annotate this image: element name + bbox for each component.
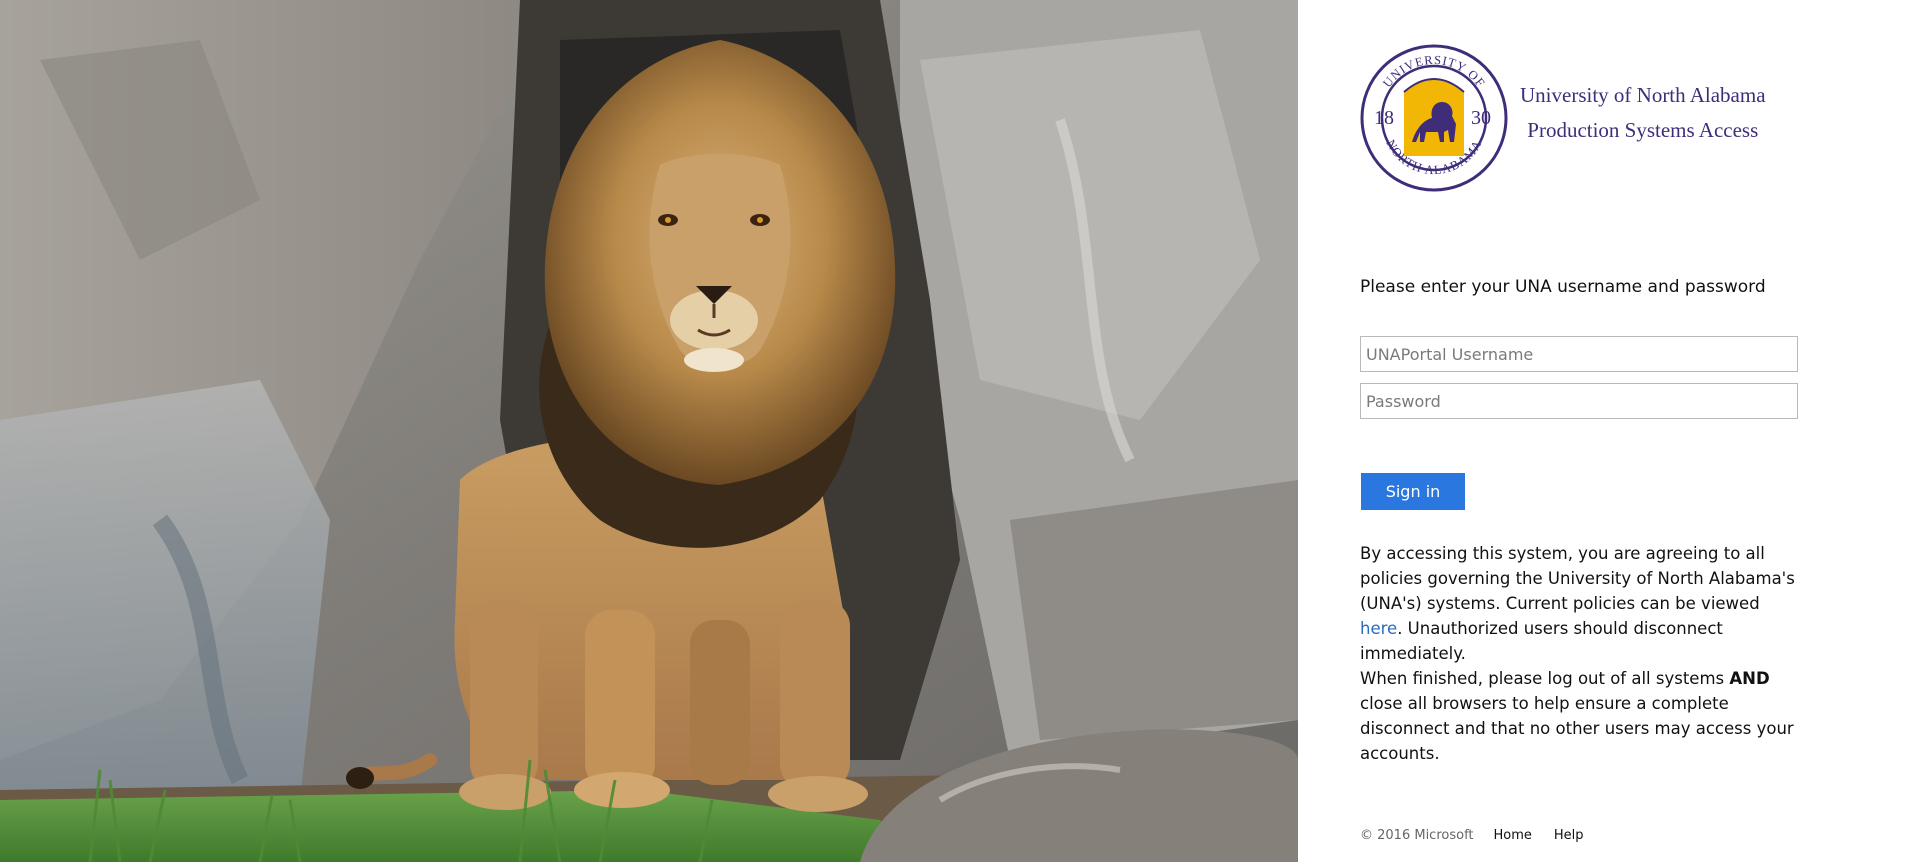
logout-notice-emphasis: AND bbox=[1729, 669, 1770, 688]
policy-notice: By accessing this system, you are agreei… bbox=[1360, 541, 1805, 666]
seal-year-left: 18 bbox=[1374, 107, 1394, 129]
logout-notice: When finished, please log out of all sys… bbox=[1360, 666, 1805, 766]
sign-in-instructions: Please enter your UNA username and passw… bbox=[1360, 277, 1766, 297]
seal-year-right: 30 bbox=[1471, 107, 1491, 129]
password-input[interactable] bbox=[1360, 383, 1798, 419]
footer-home-link[interactable]: Home bbox=[1494, 828, 1532, 843]
lion-hero-image bbox=[0, 0, 1298, 862]
policy-notice-tail: . Unauthorized users should disconnect i… bbox=[1360, 619, 1723, 663]
copyright-text: © 2016 Microsoft bbox=[1360, 828, 1474, 843]
brand-title: University of North Alabama Production S… bbox=[1520, 78, 1766, 148]
university-seal-logo: UNIVERSITY OF NORTH ALABAMA 18 30 bbox=[1360, 44, 1508, 192]
footer-help-link[interactable]: Help bbox=[1554, 828, 1584, 843]
brand-title-line1: University of North Alabama bbox=[1520, 83, 1766, 107]
footer: © 2016 Microsoft Home Help bbox=[1360, 828, 1606, 843]
brand-title-line2: Production Systems Access bbox=[1527, 118, 1759, 142]
username-input[interactable] bbox=[1360, 336, 1798, 372]
logout-notice-text: When finished, please log out of all sys… bbox=[1360, 669, 1730, 688]
sign-in-button[interactable]: Sign in bbox=[1361, 473, 1465, 510]
policy-notice-text: By accessing this system, you are agreei… bbox=[1360, 544, 1795, 613]
logout-notice-tail: close all browsers to help ensure a comp… bbox=[1360, 694, 1794, 763]
branding: UNIVERSITY OF NORTH ALABAMA 18 30 Univer… bbox=[1360, 44, 1766, 192]
sign-in-page: UNIVERSITY OF NORTH ALABAMA 18 30 Univer… bbox=[0, 0, 1918, 862]
policy-link[interactable]: here bbox=[1360, 619, 1397, 638]
sign-in-panel: UNIVERSITY OF NORTH ALABAMA 18 30 Univer… bbox=[1298, 0, 1918, 862]
lion-illustration bbox=[0, 0, 1298, 862]
